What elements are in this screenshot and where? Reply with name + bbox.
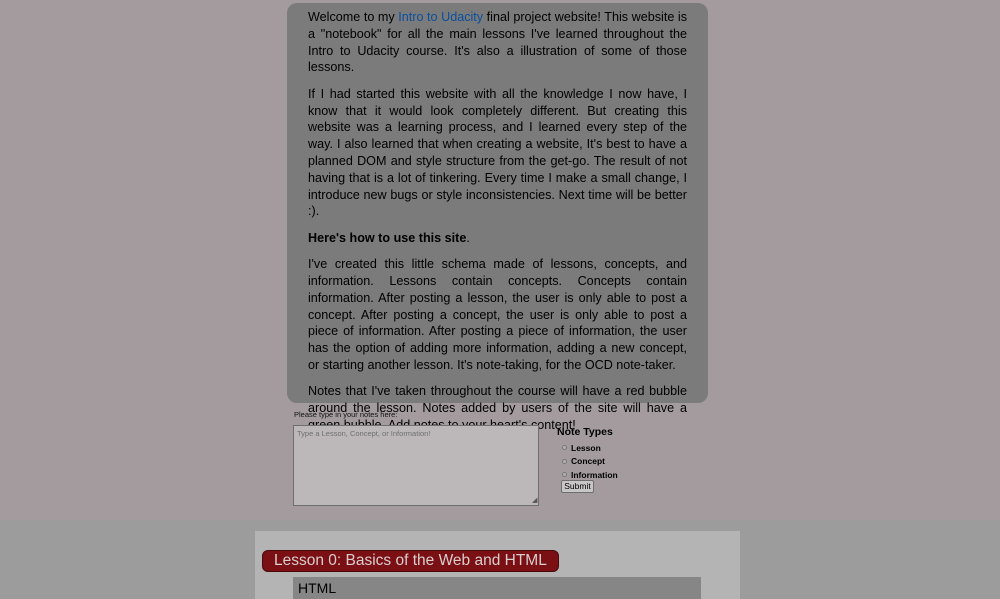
howto-heading: Here's how to use this site — [308, 230, 467, 245]
submit-button[interactable]: Submit — [561, 480, 594, 493]
intro-paragraph-reflection: If I had started this website with all t… — [308, 86, 687, 219]
note-types-title: Note Types — [557, 426, 613, 438]
lesson-radio-label: Lesson — [571, 442, 601, 453]
notes-input-label: Please type in your notes here: — [294, 410, 398, 419]
intro-paragraph-howto: Here's how to use this site. — [308, 230, 687, 247]
lesson-radio[interactable] — [562, 445, 567, 451]
lesson-title-bubble: Lesson 0: Basics of the Web and HTML — [262, 550, 559, 572]
note-type-option-concept[interactable]: Concept — [562, 455, 657, 469]
note-types-group: Note Types Lesson Concept Information — [557, 426, 657, 482]
note-type-option-lesson[interactable]: Lesson — [562, 441, 657, 455]
concept-radio[interactable] — [562, 458, 567, 464]
resize-grip-icon[interactable]: ◢ — [532, 497, 538, 504]
intro-welcome-text: Welcome to my — [308, 10, 399, 24]
concept-radio-label: Concept — [571, 456, 605, 467]
concept-title: HTML — [293, 577, 701, 599]
intro-paragraph-welcome: Welcome to my Intro to Udacity final pro… — [308, 9, 687, 76]
information-radio-label: Information — [571, 469, 618, 480]
intro-panel: Welcome to my Intro to Udacity final pro… — [287, 3, 708, 432]
information-radio[interactable] — [562, 472, 567, 478]
notes-textarea[interactable] — [293, 425, 539, 506]
howto-period: . — [466, 230, 470, 245]
intro-to-udacity-link[interactable]: Intro to Udacity — [398, 10, 483, 24]
intro-paragraph-schema: I've created this little schema made of … — [308, 257, 687, 372]
